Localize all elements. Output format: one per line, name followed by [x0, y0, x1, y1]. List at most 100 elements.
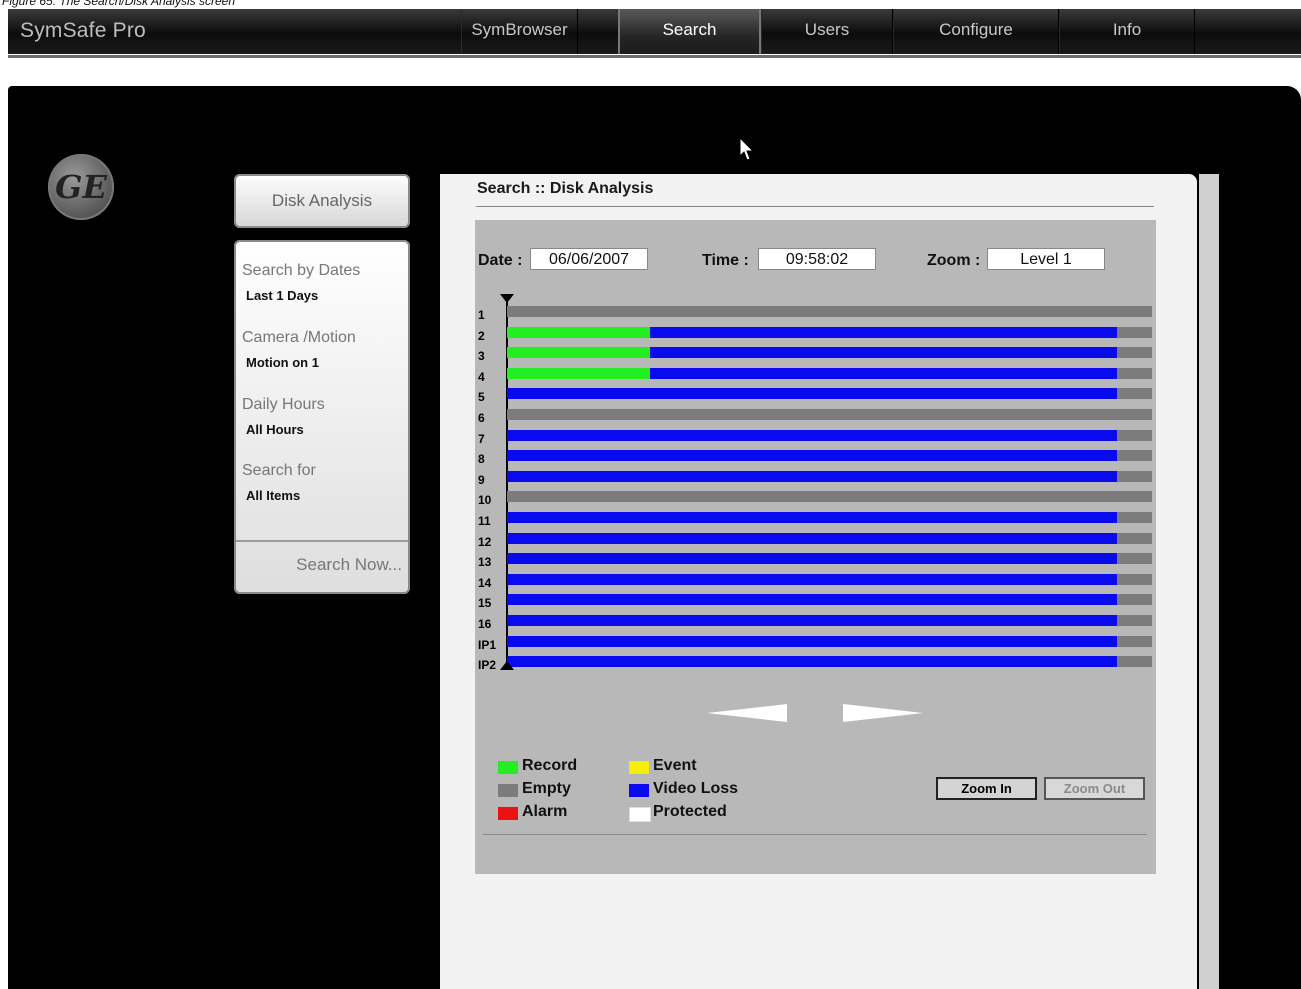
channel-label: 1 — [478, 308, 485, 322]
channel-track[interactable] — [507, 450, 1152, 462]
panel-scroll-strip[interactable] — [1199, 174, 1219, 989]
segment-empty — [1116, 470, 1152, 482]
channel-track[interactable] — [507, 512, 1152, 523]
timeline-end-marker[interactable] — [500, 661, 514, 670]
main-area: GE Disk Analysis Search by Dates Last 1 … — [8, 86, 1301, 989]
segment-videoloss — [507, 450, 1117, 462]
date-field[interactable]: 06/06/2007 — [530, 248, 648, 270]
channel-track[interactable] — [507, 470, 1152, 482]
channel-track[interactable] — [507, 635, 1152, 647]
channel-label: IP2 — [478, 658, 497, 673]
zoom-out-button[interactable]: Zoom Out — [1044, 777, 1145, 800]
tab-info[interactable]: Info — [1059, 9, 1195, 54]
legend-label-record: Record — [522, 757, 578, 774]
logo-text: GE — [55, 168, 107, 206]
segment-videoloss — [507, 594, 1117, 606]
channel-track[interactable] — [507, 388, 1152, 400]
segment-empty — [1116, 615, 1152, 626]
top-nav-bar: SymSafe Pro SymBrowser Search Users Conf… — [8, 9, 1301, 54]
criteria-hours-label[interactable]: Daily Hours — [242, 396, 325, 414]
search-now-button[interactable]: Search Now... — [296, 555, 402, 575]
channel-label: 15 — [478, 596, 492, 611]
segment-record — [507, 326, 651, 338]
channel-track[interactable] — [507, 409, 1152, 420]
mouse-pointer-icon — [739, 137, 755, 161]
segment-empty — [1116, 656, 1152, 668]
tab-symbrowser[interactable]: SymBrowser — [461, 9, 578, 54]
time-label: Time : — [702, 252, 749, 269]
legend-swatch-video-loss — [629, 784, 649, 797]
channel-track[interactable] — [507, 347, 1152, 359]
channel-label: 10 — [478, 493, 492, 508]
channel-track[interactable] — [507, 532, 1152, 544]
channel-track[interactable] — [507, 656, 1152, 668]
channel-label: 11 — [478, 514, 491, 528]
segment-videoloss — [507, 512, 1117, 523]
scroll-left-arrow-icon[interactable] — [707, 704, 787, 722]
channel-track[interactable] — [507, 573, 1152, 585]
search-criteria-panel: Search by Dates Last 1 Days Camera /Moti… — [234, 240, 410, 594]
segment-empty — [1116, 553, 1152, 565]
legend-swatch-record — [498, 761, 518, 774]
segment-empty — [507, 491, 1152, 503]
legend-label-protected: Protected — [653, 803, 727, 820]
ge-logo: GE — [48, 154, 114, 220]
channel-track[interactable] — [507, 491, 1152, 503]
channel-track[interactable] — [507, 553, 1152, 565]
bottom-divider — [483, 834, 1147, 835]
channel-label: 2 — [478, 328, 485, 343]
segment-empty — [1116, 594, 1152, 606]
channel-track[interactable] — [507, 306, 1152, 317]
date-label: Date : — [478, 252, 523, 269]
segment-videoloss — [507, 429, 1117, 441]
scroll-right-arrow-icon[interactable] — [843, 704, 923, 722]
segment-videoloss — [507, 388, 1117, 400]
time-field[interactable]: 09:58:02 — [758, 248, 876, 270]
title-divider — [476, 206, 1154, 207]
channel-label: 16 — [478, 617, 492, 631]
segment-videoloss — [650, 367, 1117, 379]
zoom-label: Zoom : — [927, 252, 981, 269]
channel-track[interactable] — [507, 615, 1152, 626]
channel-track[interactable] — [507, 594, 1152, 606]
tab-configure[interactable]: Configure — [893, 9, 1059, 54]
channel-track[interactable] — [507, 326, 1152, 338]
zoom-in-button[interactable]: Zoom In — [936, 777, 1037, 800]
tab-search[interactable]: Search — [618, 9, 761, 54]
criteria-searchfor-label[interactable]: Search for — [242, 462, 316, 480]
segment-empty — [1116, 512, 1152, 523]
channel-track[interactable] — [507, 429, 1152, 441]
channel-label: 5 — [478, 390, 485, 405]
criteria-dates-label[interactable]: Search by Dates — [242, 262, 360, 280]
segment-empty — [1116, 326, 1152, 338]
criteria-camera-label[interactable]: Camera /Motion — [242, 329, 356, 347]
content-title: Search :: Disk Analysis — [477, 180, 654, 197]
segment-videoloss — [507, 615, 1117, 626]
sidebar-divider — [236, 540, 408, 542]
segment-videoloss — [650, 347, 1117, 359]
segment-empty — [1116, 367, 1152, 379]
legend-label-empty: Empty — [522, 780, 571, 797]
legend-label-event: Event — [653, 757, 697, 774]
sidebar-title: Disk Analysis — [271, 191, 373, 210]
segment-empty — [1116, 532, 1152, 544]
segment-record — [507, 367, 651, 379]
tab-users[interactable]: Users — [761, 9, 893, 54]
segment-videoloss — [507, 573, 1117, 585]
channel-label: 3 — [478, 349, 485, 364]
legend-swatch-alarm — [498, 807, 518, 820]
sidebar-title-box: Disk Analysis — [234, 174, 410, 228]
disk-analysis-panel: Search :: Disk Analysis Date : 06/06/200… — [440, 174, 1197, 989]
zoom-field[interactable]: Level 1 — [987, 248, 1105, 270]
criteria-hours-value: All Hours — [246, 422, 304, 437]
channel-label: 9 — [478, 472, 485, 487]
channel-label: 12 — [478, 534, 492, 549]
segment-empty — [1116, 388, 1152, 400]
segment-empty — [1116, 450, 1152, 462]
channel-label: 7 — [478, 431, 485, 446]
channel-track[interactable] — [507, 367, 1152, 379]
segment-empty — [1116, 429, 1152, 441]
segment-empty — [1116, 347, 1152, 359]
channel-label: 4 — [478, 369, 485, 384]
segment-empty — [1116, 635, 1152, 647]
